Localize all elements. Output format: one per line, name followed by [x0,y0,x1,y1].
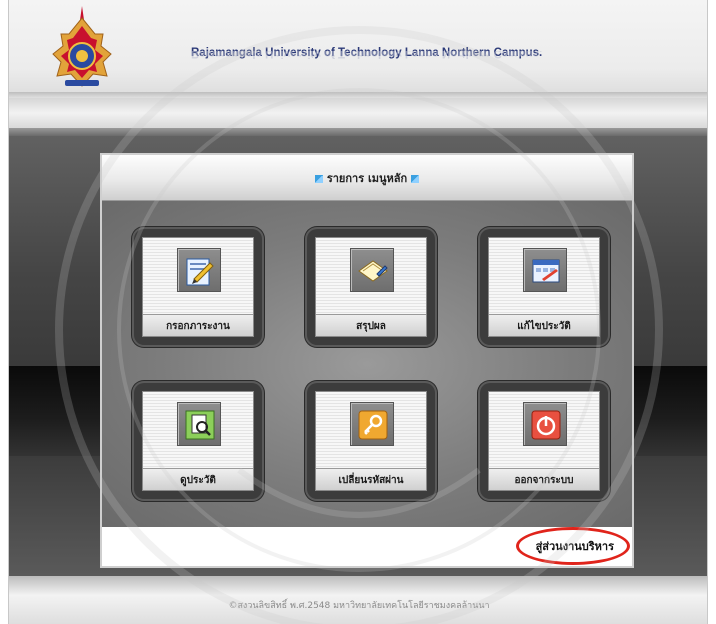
tile-face: กรอกภาระงาน [142,237,254,337]
page-frame: Rajamangala University of Technology Lan… [8,0,708,624]
menu-grid: กรอกภาระงาน สรุปผล แก้ไขประวัติ ดูประวัต… [102,201,632,527]
panel-title-text: รายการ เมนูหลัก [326,172,408,185]
tile-label-bar: ดูประวัติ [143,468,253,490]
university-logo [52,6,112,87]
notebook-icon [350,248,394,292]
bullet-icon [314,175,323,183]
tile-label-bar: ออกจากระบบ [489,468,599,490]
header-band [9,98,707,128]
panel-title: รายการ เมนูหลัก [102,169,632,187]
tile-label: เปลี่ยนรหัสผ่าน [338,475,404,486]
tile-change-password[interactable]: เปลี่ยนรหัสผ่าน [305,381,437,501]
tile-face: ออกจากระบบ [488,391,600,491]
tile-label: ออกจากระบบ [514,475,574,486]
site-header: Rajamangala University of Technology Lan… [9,0,707,98]
tile-face: แก้ไขประวัติ [488,237,600,337]
power-icon [523,402,567,446]
tile-label-bar: เปลี่ยนรหัสผ่าน [316,468,426,490]
header-band-shadow [9,128,707,136]
tile-face: ดูประวัติ [142,391,254,491]
tile-label: แก้ไขประวัติ [517,321,571,332]
tile-label-bar: กรอกภาระงาน [143,314,253,336]
tile-label: สรุปผล [356,321,386,332]
copyright-text: ©สงวนลิขสิทธิ์ พ.ศ.2548 มหาวิทยาลัยเทคโน… [228,601,490,611]
university-title-reflection: Rajamangala University of Technology Lan… [191,51,543,59]
tile-edit-profile[interactable]: แก้ไขประวัติ [478,227,610,347]
view-document-icon [177,402,221,446]
tile-face: เปลี่ยนรหัสผ่าน [315,391,427,491]
tile-view-profile[interactable]: ดูประวัติ [132,381,264,501]
key-icon [350,402,394,446]
admin-section-link[interactable]: สู่ส่วนงานบริหาร [536,537,614,555]
panel-header: รายการ เมนูหลัก [102,155,632,201]
tile-logout[interactable]: ออกจากระบบ [478,381,610,501]
tile-label: ดูประวัติ [180,475,216,486]
tile-label-bar: สรุปผล [316,314,426,336]
main-menu-panel: รายการ เมนูหลัก กรอกภาระงาน สรุปผล แก้ไข… [100,153,634,568]
panel-footer: สู่ส่วนงานบริหาร [102,527,632,566]
bullet-icon [411,175,420,183]
tile-face: สรุปผล [315,237,427,337]
tile-label: กรอกภาระงาน [166,321,230,332]
document-edit-icon [177,248,221,292]
calendar-icon [523,248,567,292]
tile-summary[interactable]: สรุปผล [305,227,437,347]
tile-label-bar: แก้ไขประวัติ [489,314,599,336]
tile-enter-workload[interactable]: กรอกภาระงาน [132,227,264,347]
